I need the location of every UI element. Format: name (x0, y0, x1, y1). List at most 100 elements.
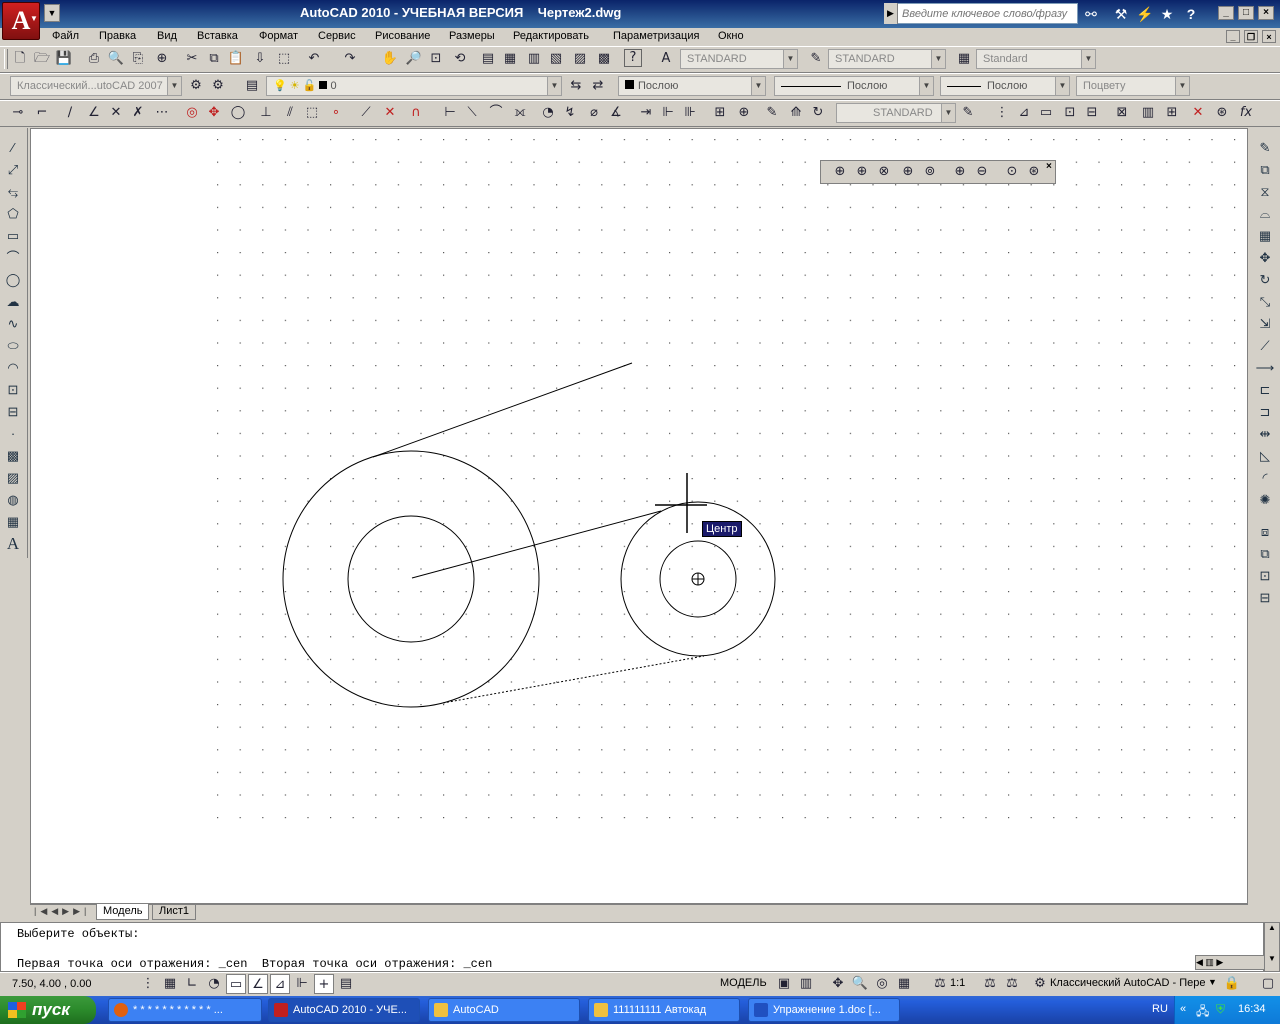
move-icon[interactable]: ✥ (1255, 248, 1275, 268)
plotstyle-select[interactable]: Поцвету ▼ (1076, 76, 1190, 96)
dim-aligned-icon[interactable]: ⟍ (462, 103, 482, 123)
dim-style-manager-icon[interactable]: ✎ (958, 103, 978, 123)
grid-display-icon[interactable]: ▦ (160, 974, 180, 994)
snap-quadrant-icon[interactable]: ✥ (204, 103, 224, 123)
lineweight-toggle-icon[interactable]: + (314, 974, 334, 994)
rectangle-icon[interactable]: ▭ (3, 226, 23, 246)
color-select[interactable]: Послою ▼ (618, 76, 766, 96)
dim-diameter-icon[interactable]: ⌀ (584, 103, 604, 123)
snap-extension-icon[interactable]: ✗ (128, 103, 148, 123)
dim-style-select[interactable]: STANDARD ▼ (828, 49, 946, 69)
dim-update-icon[interactable]: ↻ (808, 103, 828, 123)
snap-intersection-icon[interactable]: ∠ (84, 103, 104, 123)
insert-block-icon[interactable]: ⊡ (3, 380, 23, 400)
bring-to-front-icon[interactable]: ⧈ (1255, 522, 1275, 542)
menu-tools[interactable]: Сервис (318, 30, 356, 42)
dim-ordinate-icon[interactable]: ⟗ (510, 103, 530, 123)
new-icon[interactable]: 🗋 (10, 49, 30, 69)
snap-apparent-icon[interactable]: ✕ (106, 103, 126, 123)
snap-insert-icon[interactable]: ⬚ (302, 103, 322, 123)
workspace-settings-icon[interactable]: ⚙ (208, 76, 228, 96)
toolbar-lock-icon[interactable]: 🔒 (1222, 974, 1242, 994)
quickcalc-icon[interactable]: ▩ (594, 49, 614, 69)
favorites-star-icon[interactable]: ★ (1156, 3, 1178, 25)
zoom-all-icon[interactable]: ⊙ (1002, 162, 1022, 182)
copy-object-icon[interactable]: ⧉ (1255, 160, 1275, 180)
table-icon[interactable]: ▦ (3, 512, 23, 532)
multiline-text-icon[interactable]: A (3, 534, 23, 554)
gradient-icon[interactable]: ▨ (3, 468, 23, 488)
dim-continue-icon[interactable]: ⊪ (680, 103, 700, 123)
snap-nearest-icon[interactable]: ⟋ (356, 103, 376, 123)
revision-cloud-icon[interactable]: ☁ (3, 292, 23, 312)
annotation-scale-icon[interactable]: ⚖ (930, 974, 950, 994)
dynamic-input-icon[interactable]: ⊩ (292, 974, 312, 994)
communication-center-icon[interactable]: ⚡ (1134, 3, 1156, 25)
zoom-center-icon[interactable]: ⊕ (898, 162, 918, 182)
zoom-window-icon[interactable]: ⊕ (830, 162, 850, 182)
object-snap-tracking-icon[interactable]: ∠ (248, 974, 268, 994)
polyline-icon[interactable]: ⥃ (3, 182, 23, 202)
copy-icon[interactable]: ⧉ (204, 49, 224, 69)
snap-extension-line-icon[interactable]: ⋯ (152, 103, 172, 123)
ortho-mode-icon[interactable]: ∟ (182, 974, 202, 994)
spline-icon[interactable]: ∿ (3, 314, 23, 334)
language-indicator[interactable]: RU (1152, 1003, 1168, 1015)
zoom-realtime-icon[interactable]: 🔎 (404, 49, 424, 69)
menu-window[interactable]: Окно (718, 30, 744, 42)
annotation-visibility-icon[interactable]: ⚖ (980, 974, 1000, 994)
lineweight-select[interactable]: Послою ▼ (940, 76, 1070, 96)
join-icon[interactable]: ⇹ (1255, 424, 1275, 444)
menu-edit[interactable]: Правка (99, 30, 136, 42)
table-style-icon[interactable]: ▦ (954, 49, 974, 69)
workspace-select[interactable]: Классический...utoCAD 2007 ▼ (10, 76, 182, 96)
tab-nav-arrows[interactable]: |◀◀▶▶| (34, 906, 90, 917)
geometric-constraint-icon[interactable]: ⊿ (1014, 103, 1034, 123)
hatch-icon[interactable]: ▩ (3, 446, 23, 466)
plot-icon[interactable]: ⎙ (84, 49, 104, 69)
publish-icon[interactable]: ⎘ (128, 49, 148, 69)
zoom-extents-icon[interactable]: ⊛ (1024, 162, 1044, 182)
start-button[interactable]: пуск (0, 996, 96, 1024)
tolerance-icon[interactable]: ⊞ (710, 103, 730, 123)
region-icon[interactable]: ◍ (3, 490, 23, 510)
menu-dimension[interactable]: Размеры (449, 30, 495, 42)
menu-file[interactable]: Файл (52, 30, 79, 42)
hide-constraints-icon[interactable]: ⊟ (1082, 103, 1102, 123)
bring-above-icon[interactable]: ⊡ (1255, 566, 1275, 586)
menu-draw[interactable]: Рисование (375, 30, 430, 42)
array-icon[interactable]: ▦ (1255, 226, 1275, 246)
snap-none-icon[interactable]: ✕ (380, 103, 400, 123)
quick-properties-icon[interactable]: ▤ (336, 974, 356, 994)
trim-icon[interactable]: ⟋ (1255, 336, 1275, 356)
text-style-select[interactable]: STANDARD ▼ (680, 49, 798, 69)
send-to-back-icon[interactable]: ⧉ (1255, 544, 1275, 564)
circle-icon[interactable]: ◯ (3, 270, 23, 290)
layer-select[interactable]: 💡 ☀ 🔓 0 ▼ (266, 76, 562, 96)
snap-endpoint-icon[interactable]: ⌐ (32, 103, 52, 123)
task-item-folder-autocad[interactable]: AutoCAD (428, 998, 580, 1022)
clean-screen-icon[interactable]: ▢ (1258, 974, 1278, 994)
ellipse-arc-icon[interactable]: ◠ (3, 358, 23, 378)
dim-radius-icon[interactable]: ◔ (538, 103, 558, 123)
design-center-icon[interactable]: ▦ (500, 49, 520, 69)
zoom-previous-icon[interactable]: ⟲ (450, 49, 470, 69)
snap-mode-icon[interactable]: ⋮ (138, 974, 158, 994)
paste-icon[interactable]: 📋 (226, 49, 246, 69)
parametric-icon[interactable]: ⋮ (992, 103, 1012, 123)
annotation-scale[interactable]: 1:1 (950, 977, 965, 989)
tab-model[interactable]: Модель (96, 904, 150, 920)
object-snap-icon[interactable]: ⊸ (8, 103, 28, 123)
command-h-scrollbar[interactable]: ◀ ▥ ▶ (1195, 955, 1265, 970)
show-constraints-icon[interactable]: ⊡ (1060, 103, 1080, 123)
search-input[interactable] (900, 4, 1076, 23)
mirror-icon[interactable]: ⧖ (1255, 182, 1275, 202)
markup-icon[interactable]: ▨ (570, 49, 590, 69)
tool-palettes-icon[interactable]: ▥ (524, 49, 544, 69)
drawing-area[interactable] (30, 128, 1248, 904)
save-icon[interactable]: 💾 (54, 49, 74, 69)
explode-icon[interactable]: ✺ (1255, 490, 1275, 510)
dynamic-ucs-icon[interactable]: ⊿ (270, 974, 290, 994)
dim-angular-icon[interactable]: ∡ (606, 103, 626, 123)
menu-view[interactable]: Вид (157, 30, 177, 42)
